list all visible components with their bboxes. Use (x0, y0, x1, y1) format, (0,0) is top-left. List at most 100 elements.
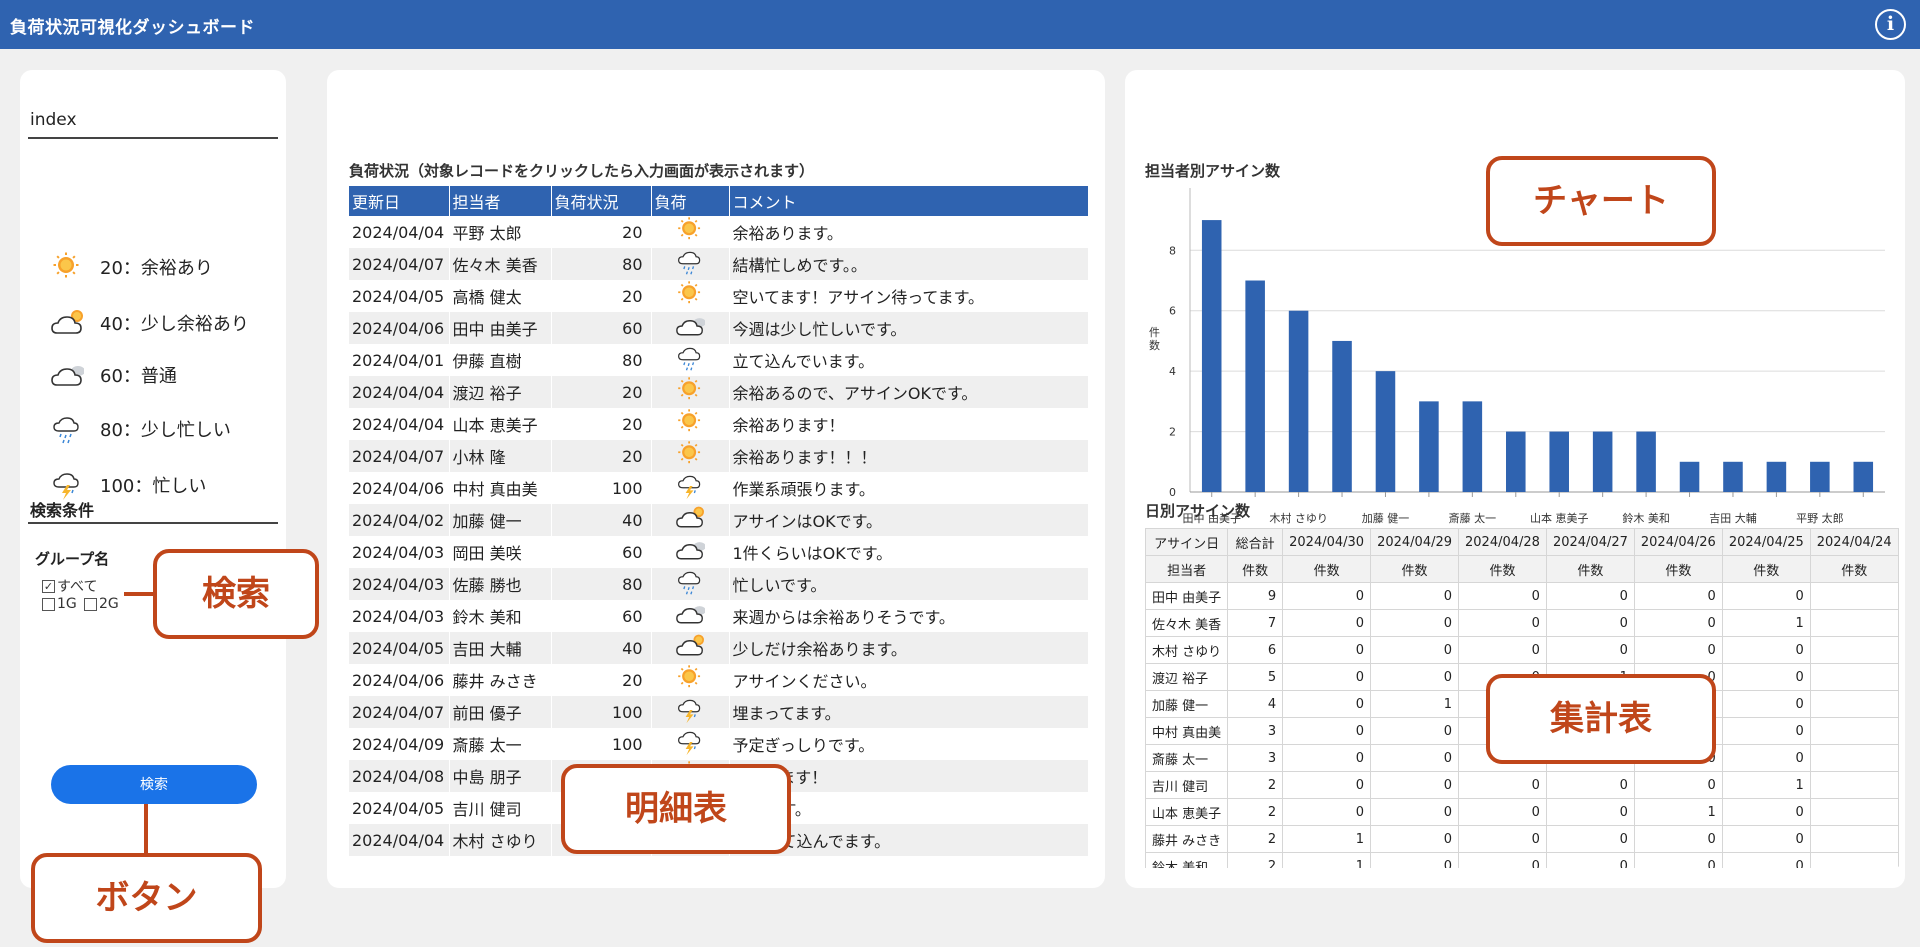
checkbox-icon[interactable] (42, 597, 55, 611)
cell-comment: アサインはOKです。 (729, 504, 1089, 536)
legend-label: 80：少し忙しい (100, 420, 231, 441)
rain-cloud-icon (651, 344, 730, 376)
checkbox-2g-label: 2G (99, 596, 119, 612)
agg-cell-count: 1 (1633, 798, 1723, 826)
agg-cell-count (1809, 825, 1899, 853)
agg-cell-count: 0 (1370, 609, 1460, 637)
agg-header-cell: 件数 (1721, 555, 1811, 583)
detail-row[interactable]: 2024/04/03 鈴木 美和 60 来週からは余裕ありそうです。 (349, 600, 1089, 632)
detail-row[interactable]: 2024/04/03 岡田 美咲 60 1件くらいはOKです。 (349, 536, 1089, 568)
cell-load: 60 (551, 536, 652, 568)
checkbox-all[interactable]: ✓ すべて (42, 576, 97, 596)
cell-load: 20 (551, 440, 652, 472)
cell-date: 2024/04/01 (349, 344, 450, 376)
agg-cell-name: 藤井 みさき (1144, 825, 1229, 853)
detail-row[interactable]: 2024/04/09 斎藤 太一 100 予定ぎっしりです。 (349, 728, 1089, 760)
detail-row[interactable]: 2024/04/06 中村 真由美 100 作業系頑張ります。 (349, 472, 1089, 504)
sun-icon (651, 216, 730, 248)
cell-name: 高橋 健太 (449, 280, 552, 312)
cell-comment: 空いてます！アサイン待ってます。 (729, 280, 1089, 312)
agg-cell-count: 0 (1370, 636, 1460, 664)
agg-cell-count: 0 (1633, 609, 1723, 637)
cell-load: 100 (551, 472, 652, 504)
agg-cell-count (1809, 852, 1899, 868)
agg-cell-count: 0 (1370, 771, 1460, 799)
legend-item: 60：普通 (50, 358, 177, 392)
agg-cell-count: 1 (1721, 771, 1811, 799)
agg-cell-count: 5 (1227, 663, 1284, 691)
detail-row[interactable]: 2024/04/06 藤井 みさき 20 アサインください。 (349, 664, 1089, 696)
agg-cell-count: 0 (1721, 636, 1811, 664)
agg-cell-count: 0 (1633, 825, 1723, 853)
col-header-name[interactable]: 担当者 (449, 186, 552, 216)
cell-date: 2024/04/04 (349, 216, 450, 248)
agg-cell-count: 3 (1227, 744, 1284, 772)
agg-cell-count: 0 (1370, 798, 1460, 826)
checkbox-1g-label: 1G (57, 596, 77, 612)
checkbox-checked-icon[interactable]: ✓ (42, 579, 55, 593)
detail-row[interactable]: 2024/04/07 小林 隆 20 余裕あります！！！ (349, 440, 1089, 472)
cell-date: 2024/04/06 (349, 472, 450, 504)
cell-date: 2024/04/06 (349, 312, 450, 344)
cell-load: 20 (551, 376, 652, 408)
callout-search-connector (124, 592, 154, 596)
col-header-comment[interactable]: コメント (729, 186, 1089, 216)
agg-cell-count: 0 (1633, 852, 1723, 868)
detail-row[interactable]: 2024/04/05 吉田 大輔 40 少しだけ余裕あります。 (349, 632, 1089, 664)
detail-row[interactable]: 2024/04/05 高橋 健太 20 空いてます！アサイン待ってます。 (349, 280, 1089, 312)
cell-load: 40 (551, 632, 652, 664)
cell-load: 80 (551, 248, 652, 280)
sun-cloud-icon (651, 632, 730, 664)
sun-icon (651, 664, 730, 696)
detail-row[interactable]: 2024/04/07 佐々木 美香 80 結構忙しめです。。 (349, 248, 1089, 280)
col-header-date[interactable]: 更新日 (349, 186, 450, 216)
callout-agg: 集計表 (1486, 674, 1716, 764)
search-button[interactable]: 検索 (51, 765, 257, 804)
cell-load: 60 (551, 312, 652, 344)
detail-row[interactable]: 2024/04/02 加藤 健一 40 アサインはOKです。 (349, 504, 1089, 536)
detail-row[interactable]: 2024/04/04 渡辺 裕子 20 余裕あるので、アサインOKです。 (349, 376, 1089, 408)
detail-row[interactable]: 2024/04/04 山本 恵美子 20 余裕あります！ (349, 408, 1089, 440)
index-title: index (30, 110, 77, 130)
detail-row[interactable]: 2024/04/04 平野 太郎 20 余裕あります。 (349, 216, 1089, 248)
detail-row[interactable]: 2024/04/01 伊藤 直樹 80 立て込んでいます。 (349, 344, 1089, 376)
cell-name: 佐々木 美香 (449, 248, 552, 280)
checkbox-2g[interactable]: 2G (84, 596, 119, 612)
legend-label: 40：少し余裕あり (100, 314, 249, 335)
info-icon[interactable]: i (1875, 9, 1906, 40)
cell-comment: アサインください。 (729, 664, 1089, 696)
agg-row: 藤井 みさき 2 1 0 0 0 0 0 (1144, 825, 1899, 853)
agg-row: 山本 恵美子 2 0 0 0 0 1 0 (1144, 798, 1899, 826)
checkbox-icon[interactable] (84, 597, 97, 611)
cell-name: 加藤 健一 (449, 504, 552, 536)
detail-row[interactable]: 2024/04/07 前田 優子 100 埋まってます。 (349, 696, 1089, 728)
cloud-icon (50, 359, 90, 391)
agg-cell-name: 田中 由美子 (1144, 582, 1229, 610)
agg-row: 木村 さゆり 6 0 0 0 0 0 0 (1144, 636, 1899, 664)
checkbox-1g[interactable]: 1G (42, 596, 77, 612)
detail-table-title: 負荷状況（対象レコードをクリックしたら入力画面が表示されます） (349, 162, 815, 180)
cell-comment: 来週からは余裕ありそうです。 (729, 600, 1089, 632)
agg-cell-count: 2 (1227, 771, 1284, 799)
cloud-icon (651, 536, 730, 568)
sun-icon (50, 251, 90, 283)
agg-cell-count: 0 (1282, 744, 1372, 772)
detail-row[interactable]: 2024/04/06 田中 由美子 60 今週は少し忙しいです。 (349, 312, 1089, 344)
agg-cell-name: 木村 さゆり (1144, 636, 1229, 664)
thunder-cloud-icon (651, 472, 730, 504)
detail-row[interactable]: 2024/04/03 佐藤 勝也 80 忙しいです。 (349, 568, 1089, 600)
cell-date: 2024/04/03 (349, 536, 450, 568)
agg-cell-count: 7 (1227, 609, 1284, 637)
col-header-load-icon[interactable]: 負荷 (651, 186, 730, 216)
cell-comment: 埋まってます。 (729, 696, 1089, 728)
cell-name: 岡田 美咲 (449, 536, 552, 568)
agg-row: 佐々木 美香 7 0 0 0 0 0 1 (1144, 609, 1899, 637)
cell-date: 2024/04/05 (349, 792, 450, 824)
cell-date: 2024/04/05 (349, 280, 450, 312)
col-header-load-status[interactable]: 負荷状況 (551, 186, 652, 216)
agg-cell-count: 0 (1545, 852, 1635, 868)
agg-header-cell: 2024/04/28 (1458, 528, 1547, 556)
cell-comment: 余裕あります！ (729, 408, 1089, 440)
cell-name: 藤井 みさき (449, 664, 552, 696)
agg-cell-count: 0 (1721, 717, 1811, 745)
